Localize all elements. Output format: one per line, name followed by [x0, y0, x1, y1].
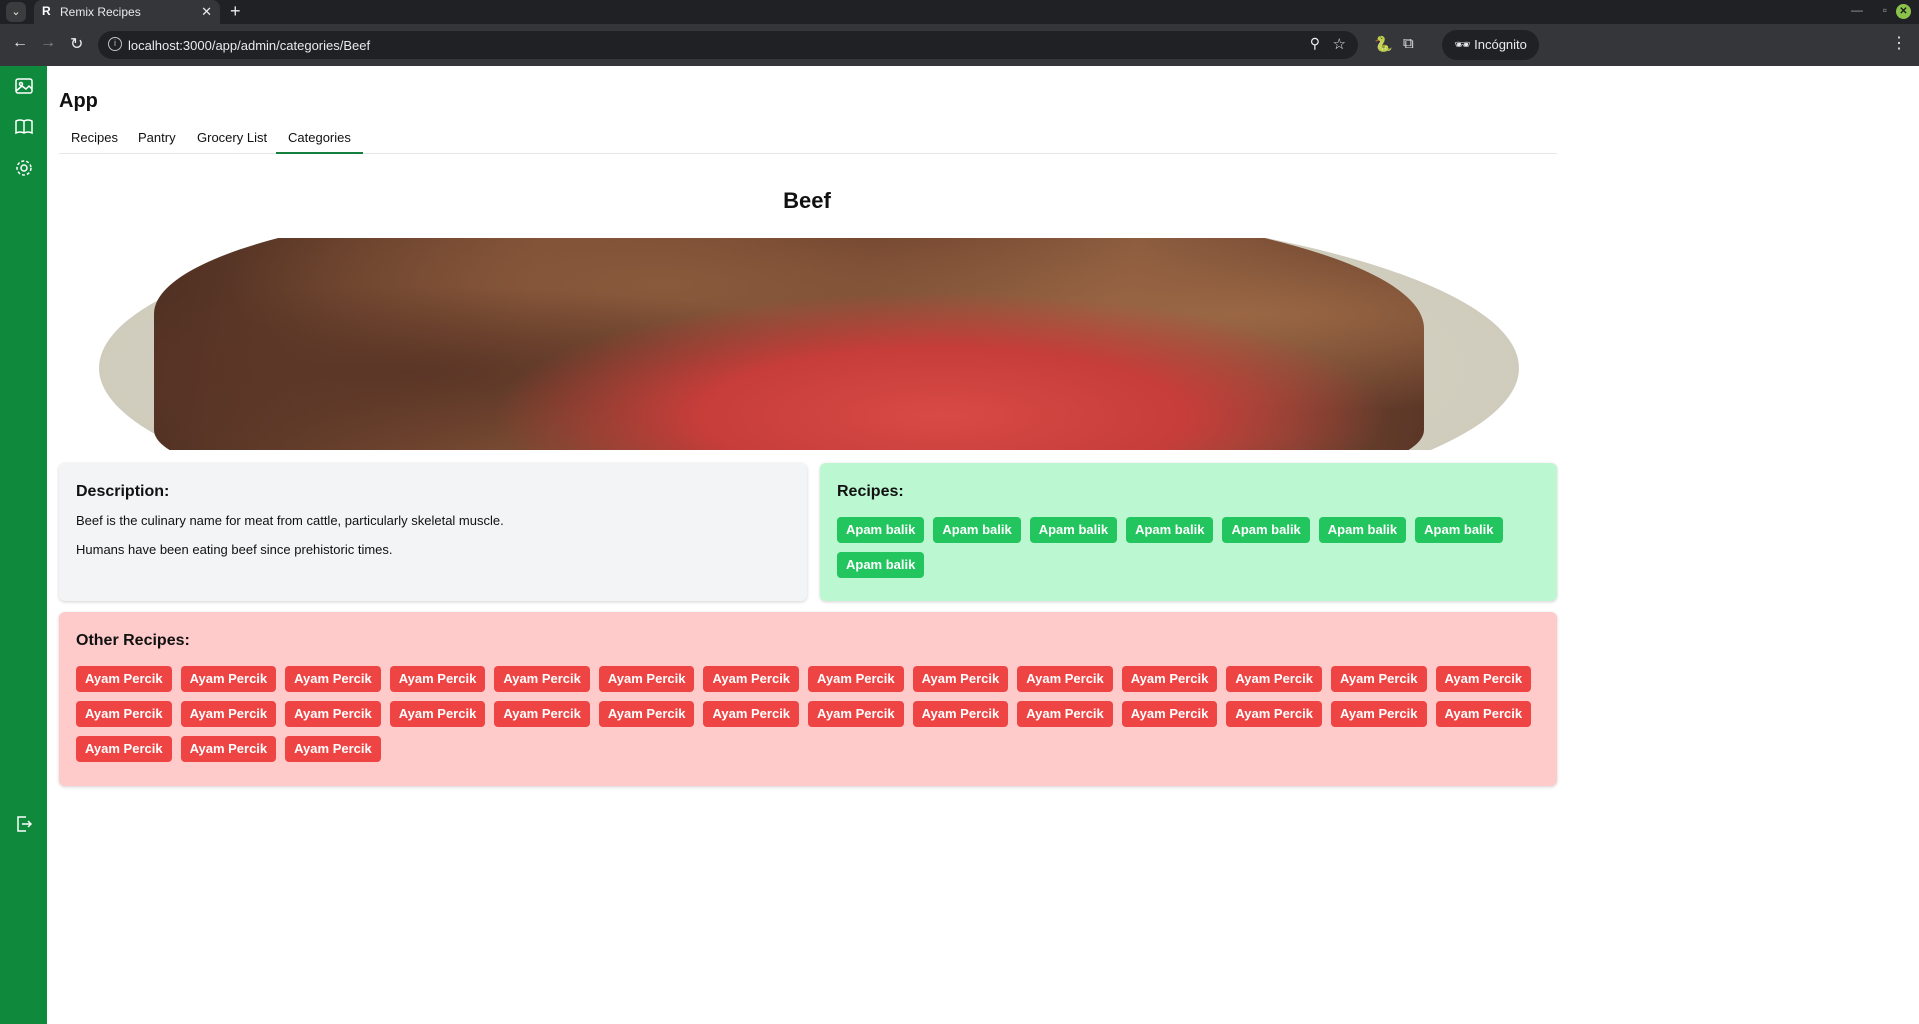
other-recipe-chip[interactable]: Ayam Percik [1017, 701, 1113, 727]
other-recipe-chip[interactable]: Ayam Percik [76, 736, 172, 762]
back-icon[interactable]: ← [12, 34, 28, 52]
recipe-chip[interactable]: Apam balik [1126, 517, 1214, 543]
site-info-icon[interactable]: i [108, 37, 122, 51]
recipe-chip[interactable]: Apam balik [837, 552, 925, 578]
app-title: App [59, 90, 98, 112]
recipes-heading: Recipes: [837, 483, 904, 500]
description-line: Humans have been eating beef since prehi… [76, 542, 393, 557]
browser-tab-bar: ⌄ R Remix Recipes ✕ + — ▫ ✕ [0, 0, 1919, 24]
recipe-chip[interactable]: Apam balik [1222, 517, 1310, 543]
other-recipe-chip[interactable]: Ayam Percik [76, 666, 172, 692]
book-icon[interactable] [14, 117, 34, 137]
app-nav-tabs: Recipes Pantry Grocery List Categories [59, 122, 1557, 154]
other-recipe-chip[interactable]: Ayam Percik [912, 701, 1009, 727]
other-recipe-chip[interactable]: Ayam Percik [285, 666, 381, 692]
tab-categories[interactable]: Categories [276, 130, 363, 154]
tab-search-button[interactable]: ⌄ [6, 2, 26, 22]
bookmark-star-icon[interactable]: ☆ [1333, 35, 1346, 53]
browser-tab[interactable]: R Remix Recipes ✕ [34, 0, 220, 24]
other-recipe-chip[interactable]: Ayam Percik [808, 701, 904, 727]
minimize-icon[interactable]: — [1851, 3, 1863, 17]
other-recipe-chip[interactable]: Ayam Percik [76, 701, 172, 727]
other-recipe-chip[interactable]: Ayam Percik [1330, 666, 1427, 692]
recipe-chip[interactable]: Apam balik [837, 517, 925, 543]
other-recipes-heading: Other Recipes: [76, 632, 190, 649]
tab-title: Remix Recipes [60, 5, 141, 19]
description-line: Beef is the culinary name for meat from … [76, 513, 504, 528]
other-recipe-chip[interactable]: Ayam Percik [180, 666, 277, 692]
other-recipe-chip[interactable]: Ayam Percik [494, 701, 590, 727]
other-recipe-chip[interactable]: Ayam Percik [1121, 701, 1218, 727]
other-recipe-chip[interactable]: Ayam Percik [808, 666, 904, 692]
incognito-profile-button[interactable]: 🕶 Incógnito [1442, 30, 1539, 60]
description-heading: Description: [76, 483, 170, 500]
other-recipe-chip[interactable]: Ayam Percik [180, 701, 277, 727]
steak-shape [154, 238, 1424, 450]
url-text[interactable]: localhost:3000/app/admin/categories/Beef [128, 38, 370, 53]
recipe-chip[interactable]: Apam balik [1029, 517, 1118, 543]
python-extension-icon[interactable]: 🐍 [1374, 35, 1393, 53]
new-tab-button[interactable]: + [230, 1, 241, 22]
window-close-button[interactable]: ✕ [1896, 4, 1911, 19]
maximize-icon[interactable]: ▫ [1883, 3, 1887, 17]
browser-toolbar: ← → ↻ i localhost:3000/app/admin/categor… [0, 24, 1919, 66]
other-recipe-chip[interactable]: Ayam Percik [180, 736, 277, 762]
other-recipe-chip[interactable]: Ayam Percik [389, 701, 486, 727]
other-recipe-chip[interactable]: Ayam Percik [1017, 666, 1113, 692]
other-recipe-chip[interactable]: Ayam Percik [1330, 701, 1427, 727]
app-sidebar [0, 66, 47, 1024]
other-recipe-chip[interactable]: Ayam Percik [1226, 701, 1322, 727]
other-recipes-panel: Other Recipes: Ayam Percik Ayam Percik Aya… [59, 612, 1557, 786]
reload-icon[interactable]: ↻ [70, 34, 83, 54]
other-recipe-chip[interactable]: Ayam Percik [1121, 666, 1218, 692]
other-recipe-chip[interactable]: Ayam Percik [285, 701, 381, 727]
description-panel: Description: Beef is the culinary name f… [59, 463, 807, 601]
recipe-chip[interactable]: Apam balik [933, 517, 1021, 543]
tab-pantry[interactable]: Pantry [126, 130, 188, 154]
zoom-icon[interactable]: ⚲ [1310, 35, 1320, 52]
recipe-chip-list: Apam balik Apam balik Apam balik Apam balik… [837, 517, 1537, 578]
address-bar[interactable]: i localhost:3000/app/admin/categories/Be… [98, 31, 1358, 59]
recipes-panel: Recipes: Apam balik Apam balik Apam balik A… [820, 463, 1557, 601]
other-recipe-chip[interactable]: Ayam Percik [1226, 666, 1322, 692]
recipe-chip[interactable]: Apam balik [1318, 517, 1407, 543]
gear-icon[interactable] [14, 158, 34, 178]
other-recipe-chip[interactable]: Ayam Percik [703, 701, 800, 727]
image-icon[interactable] [14, 76, 34, 96]
browser-menu-icon[interactable]: ⋮ [1891, 33, 1907, 53]
tab-recipes[interactable]: Recipes [59, 130, 130, 154]
other-recipe-chip-list: Ayam Percik Ayam Percik Ayam Percik Ayam Pe… [76, 666, 1536, 762]
other-recipe-chip[interactable]: Ayam Percik [912, 666, 1009, 692]
incognito-icon: 🕶 [1454, 37, 1475, 52]
extensions-puzzle-icon[interactable]: ⧉ [1403, 35, 1414, 52]
other-recipe-chip[interactable]: Ayam Percik [598, 666, 695, 692]
tab-close-icon[interactable]: ✕ [201, 4, 212, 20]
category-hero-image [99, 238, 1519, 450]
recipe-chip[interactable]: Apam balik [1415, 517, 1503, 543]
other-recipe-chip[interactable]: Ayam Percik [389, 666, 486, 692]
logout-icon[interactable] [14, 814, 34, 834]
incognito-label: Incógnito [1474, 37, 1527, 52]
other-recipe-chip[interactable]: Ayam Percik [285, 736, 381, 762]
category-title: Beef [783, 188, 831, 213]
other-recipe-chip[interactable]: Ayam Percik [1435, 666, 1532, 692]
other-recipe-chip[interactable]: Ayam Percik [598, 701, 695, 727]
other-recipe-chip[interactable]: Ayam Percik [494, 666, 590, 692]
main-content: App Recipes Pantry Grocery List Categori… [47, 66, 1919, 1024]
remix-favicon-icon: R [42, 4, 51, 18]
other-recipe-chip[interactable]: Ayam Percik [703, 666, 800, 692]
other-recipe-chip[interactable]: Ayam Percik [1435, 701, 1532, 727]
forward-icon[interactable]: → [40, 34, 56, 52]
tab-grocery-list[interactable]: Grocery List [185, 130, 279, 154]
